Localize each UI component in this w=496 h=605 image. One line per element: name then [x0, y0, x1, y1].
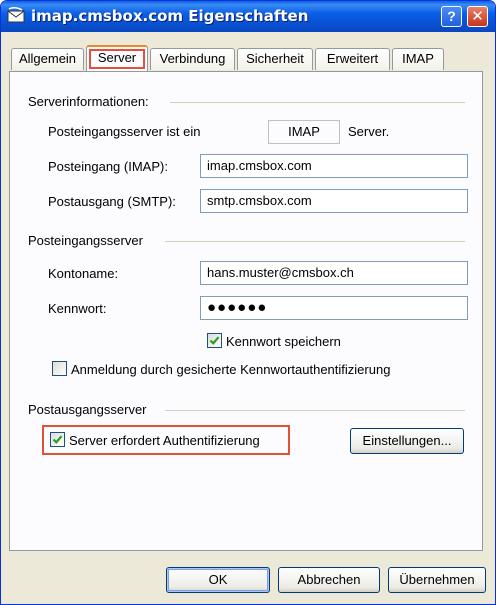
- remember-password-label: Kennwort speichern: [226, 334, 341, 349]
- title-bar[interactable]: imap.cmsbox.com Eigenschaften ? ✕: [1, 1, 495, 32]
- checkmark-icon: [52, 435, 63, 444]
- server-auth-label: Server erfordert Authentifizierung: [69, 433, 260, 448]
- window-title: imap.cmsbox.com Eigenschaften: [31, 7, 309, 25]
- apply-button[interactable]: Übernehmen: [388, 567, 486, 593]
- tab-server[interactable]: Server: [86, 45, 148, 71]
- tab-verbindung[interactable]: Verbindung: [150, 48, 235, 70]
- help-button[interactable]: ?: [441, 6, 462, 27]
- spa-checkbox[interactable]: [52, 361, 67, 376]
- ok-button[interactable]: OK: [166, 567, 270, 593]
- close-button[interactable]: ✕: [467, 6, 488, 27]
- incoming-type-label: Posteingangsserver ist ein: [48, 124, 201, 139]
- settings-button[interactable]: Einstellungen...: [350, 428, 464, 454]
- divider: [165, 410, 465, 411]
- mail-account-icon: [7, 7, 25, 23]
- tab-sicherheit[interactable]: Sicherheit: [237, 48, 313, 70]
- incoming-type-value: IMAP: [268, 120, 340, 144]
- remember-password-checkbox[interactable]: [207, 333, 222, 348]
- outgoing-server-label: Postausgang (SMTP):: [48, 194, 176, 209]
- incoming-server-label: Posteingang (IMAP):: [48, 159, 168, 174]
- divider: [170, 102, 465, 103]
- divider: [165, 241, 465, 242]
- password-input[interactable]: ●●●●●●: [200, 296, 468, 320]
- tab-imap[interactable]: IMAP: [392, 48, 444, 70]
- tab-allgemein[interactable]: Allgemein: [11, 48, 84, 70]
- incoming-type-suffix: Server.: [348, 124, 390, 139]
- account-name-input[interactable]: hans.muster@cmsbox.ch: [200, 261, 468, 285]
- outgoing-server-heading: Postausgangsserver: [28, 402, 151, 417]
- server-auth-checkbox[interactable]: [50, 432, 65, 447]
- cancel-button[interactable]: Abbrechen: [278, 567, 380, 593]
- password-label: Kennwort:: [48, 301, 107, 316]
- outgoing-server-input[interactable]: smtp.cmsbox.com: [200, 189, 468, 213]
- properties-dialog: imap.cmsbox.com Eigenschaften ? ✕ Allgem…: [0, 0, 496, 605]
- server-tab-panel: Serverinformationen: Posteingangsserver …: [9, 71, 483, 551]
- account-name-label: Kontoname:: [48, 266, 119, 281]
- spa-label: Anmeldung durch gesicherte Kennwortauthe…: [71, 362, 391, 377]
- server-info-heading: Serverinformationen:: [28, 94, 153, 109]
- incoming-server-input[interactable]: imap.cmsbox.com: [200, 154, 468, 178]
- incoming-server-heading: Posteingangsserver: [28, 233, 147, 248]
- tab-erweitert[interactable]: Erweitert: [315, 48, 390, 70]
- checkmark-icon: [209, 336, 220, 345]
